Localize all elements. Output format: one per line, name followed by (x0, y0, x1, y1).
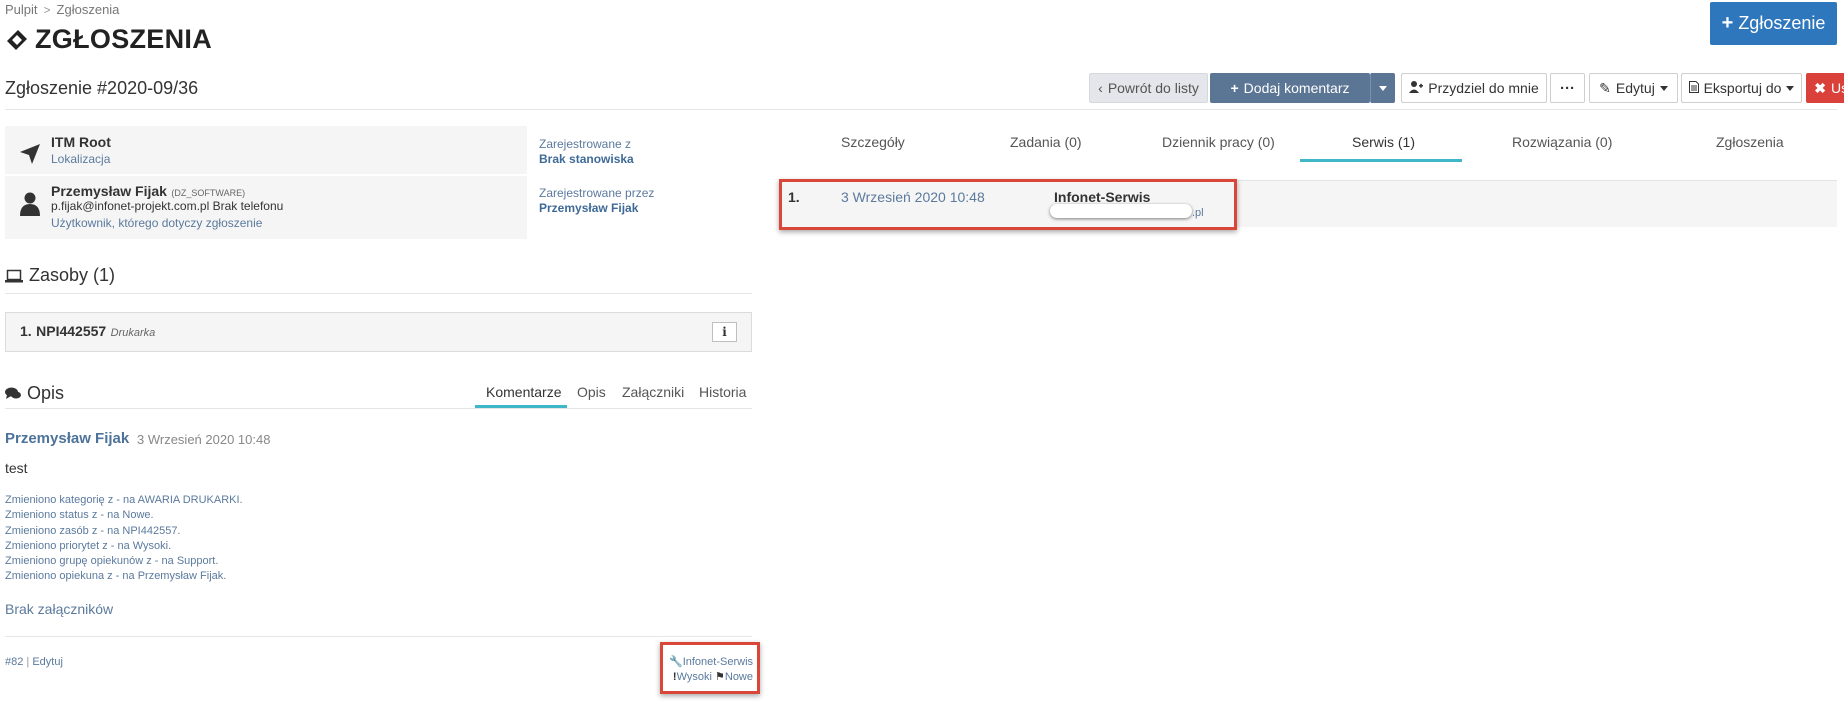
tab-comments[interactable]: Komentarze (486, 384, 561, 400)
location-label[interactable]: Lokalizacja (51, 152, 110, 166)
tab-tickets[interactable]: Zgłoszenia (1716, 134, 1784, 150)
tab-details[interactable]: Szczegóły (841, 134, 905, 150)
assign-to-me-button[interactable]: Przydziel do mnie (1401, 73, 1547, 103)
comment-date: 3 Wrzesień 2020 10:48 (137, 432, 271, 447)
edit-button[interactable]: ✎ Edytuj (1589, 73, 1678, 103)
change-log-item: Zmieniono zasób z - na NPI442557. (5, 524, 181, 537)
comment-id[interactable]: #82 (5, 656, 23, 668)
user-label[interactable]: Użytkownik, którego dotyczy zgłoszenie (51, 216, 262, 230)
close-icon: ✖ (1814, 79, 1827, 96)
resource-type: Drukarka (110, 327, 156, 339)
comment-footer-divider (5, 636, 752, 637)
assign-to-me-label: Przydziel do mnie (1428, 80, 1539, 96)
add-comment-dropdown[interactable] (1370, 73, 1395, 103)
description-title-text: Opis (27, 383, 65, 403)
user-icon (20, 192, 40, 216)
resource-line: 1. NPI442557 Drukarka (20, 323, 155, 341)
registered-from-label: Zarejestrowane z (539, 137, 632, 151)
resource-info-button[interactable]: i (712, 322, 737, 342)
comment-status: Nowe (724, 671, 753, 683)
change-log-item: Zmieniono priorytet z - na Wysoki. (5, 539, 172, 552)
breadcrumb: Pulpit > Zgłoszenia (5, 2, 119, 17)
chevron-down-icon (1786, 85, 1795, 91)
breadcrumb-home[interactable]: Pulpit (5, 2, 38, 17)
delete-label: Usuń (1831, 80, 1844, 96)
ticket-icon (7, 29, 27, 50)
plus-icon: + (1230, 80, 1239, 96)
tab-solutions[interactable]: Rozwiązania (0) (1512, 134, 1612, 150)
plus-icon: + (1721, 12, 1734, 34)
resources-divider (5, 293, 752, 294)
resource-id[interactable]: NPI442557 (36, 323, 106, 339)
ticket-info-panel: ITM Root Lokalizacja Przemysław Fijak (D… (5, 126, 527, 239)
tab-work-log[interactable]: Dziennik pracy (0) (1162, 134, 1275, 150)
change-log-item: Zmieniono opiekuna z - na Przemysław Fij… (5, 570, 227, 583)
location-name: ITM Root (51, 134, 111, 150)
user-plus-icon (1409, 80, 1424, 96)
user-name[interactable]: Przemysław Fijak (51, 183, 167, 199)
back-to-list-button[interactable]: ‹ Powrót do listy (1089, 73, 1208, 103)
comment-priority: Wysoki (676, 671, 712, 683)
ticket-number: Zgłoszenie #2020-09/36 (5, 78, 199, 98)
comment-footer-left: #82 | Edytuj (5, 656, 63, 668)
resource-number: 1. (20, 323, 32, 339)
comment-author[interactable]: Przemysław Fijak (5, 430, 129, 447)
registered-by-value[interactable]: Przemysław Fijak (539, 201, 638, 215)
location-arrow-icon (20, 144, 40, 164)
comment-meta-highlight: 🔧Infonet-Serwis !Wysoki ⚑Nowe (660, 642, 760, 694)
user-contact: p.fijak@infonet-projekt.com.pl Brak tele… (51, 199, 284, 213)
registered-by-label: Zarejestrowane przez (539, 186, 655, 200)
flag-icon: ⚑ (715, 671, 725, 683)
edit-label: Edytuj (1615, 80, 1655, 96)
chevron-down-icon (1659, 85, 1668, 91)
wrench-icon: 🔧 (669, 656, 683, 668)
add-comment-button[interactable]: + Dodaj komentarz (1210, 73, 1370, 103)
service-highlight-box (779, 179, 1237, 230)
chevron-left-icon: ‹ (1098, 80, 1103, 96)
resources-title-text: Zasoby (1) (29, 265, 116, 285)
tab-service-active-indicator (1300, 159, 1462, 162)
laptop-icon (5, 269, 23, 282)
change-log-item: Zmieniono status z - na Nowe. (5, 509, 154, 522)
add-comment-label: Dodaj komentarz (1243, 80, 1350, 96)
tab-tasks[interactable]: Zadania (0) (1010, 134, 1082, 150)
description-divider (5, 408, 752, 409)
page-title-text: ZGŁOSZENIA (35, 24, 212, 54)
file-icon (1688, 80, 1699, 96)
breadcrumb-separator: > (43, 2, 51, 17)
tab-attachments[interactable]: Załączniki (622, 384, 684, 400)
comment-group: Infonet-Serwis (682, 656, 754, 668)
new-ticket-button[interactable]: + Zgłoszenie (1710, 2, 1837, 45)
breadcrumb-current: Zgłoszenia (56, 2, 120, 17)
description-title: Opis (5, 383, 64, 404)
resources-title: Zasoby (1) (5, 265, 115, 286)
user-tag: (DZ_SOFTWARE) (171, 188, 246, 198)
registered-from-value: Brak stanowiska (539, 152, 634, 166)
resource-item: 1. NPI442557 Drukarka i (5, 312, 752, 352)
edit-icon: ✎ (1599, 79, 1611, 96)
tab-history[interactable]: Historia (699, 384, 746, 400)
change-log: Zmieniono kategorię z - na AWARIA DRUKAR… (5, 493, 243, 585)
export-label: Eksportuj do (1703, 80, 1782, 96)
comment-text: test (5, 460, 28, 476)
back-to-list-label: Powrót do listy (1107, 80, 1199, 96)
panel-divider (5, 174, 527, 176)
change-log-item: Zmieniono grupę opiekunów z - na Support… (5, 555, 219, 568)
comments-icon (5, 387, 21, 399)
no-attachments-text: Brak załączników (5, 601, 114, 617)
new-ticket-label: Zgłoszenie (1738, 13, 1826, 33)
tab-description[interactable]: Opis (577, 384, 606, 400)
change-log-item: Zmieniono kategorię z - na AWARIA DRUKAR… (5, 494, 243, 506)
more-actions-button[interactable]: ··· (1550, 73, 1585, 103)
comment-edit-link[interactable]: Edytuj (32, 656, 63, 668)
tab-service[interactable]: Serwis (1) (1352, 134, 1415, 150)
chevron-down-icon (1379, 85, 1387, 91)
page-title: ZGŁOSZENIA (5, 24, 212, 55)
toolbar-divider (5, 109, 1837, 110)
delete-button[interactable]: ✖ Usuń (1806, 73, 1844, 103)
export-button[interactable]: Eksportuj do (1681, 73, 1802, 103)
